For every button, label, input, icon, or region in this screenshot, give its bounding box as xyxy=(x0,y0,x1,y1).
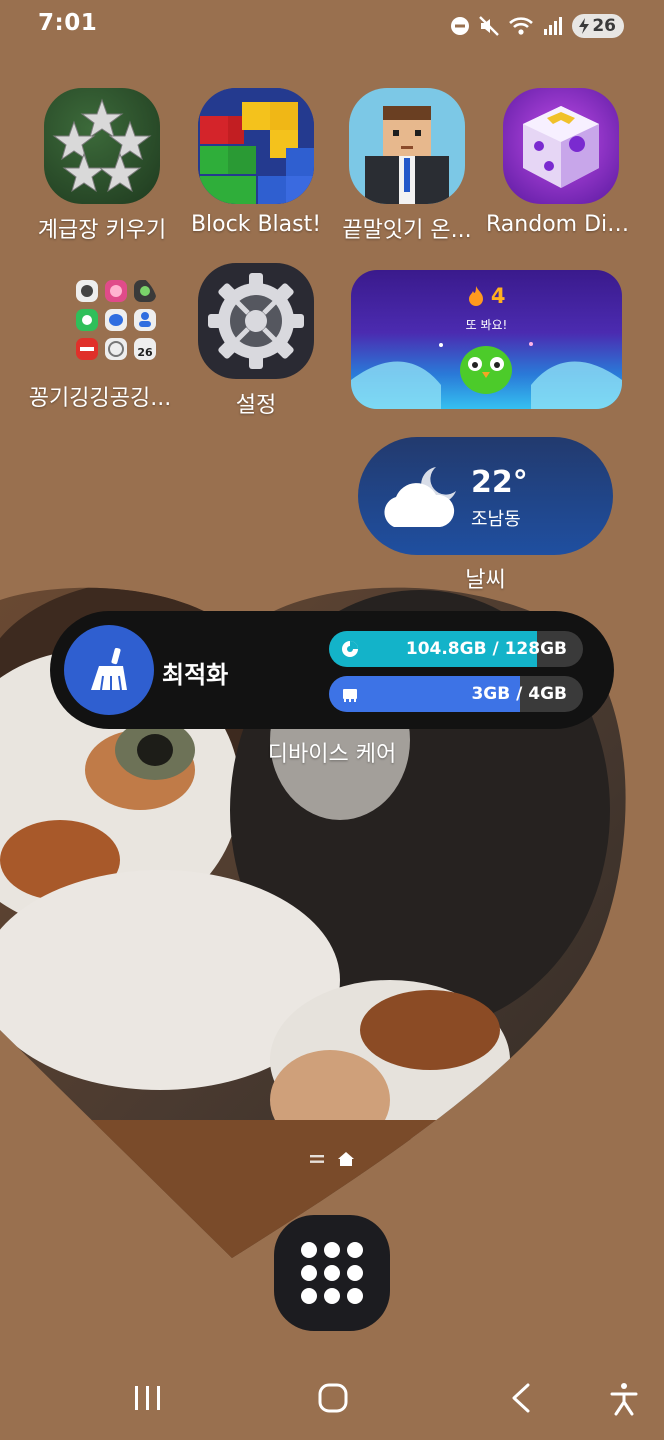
page-indicator[interactable] xyxy=(310,1152,354,1166)
memory-chip-icon xyxy=(343,689,357,702)
folder-icon: 26 xyxy=(42,270,158,386)
app-word-chain[interactable]: 끝말잇기 온... xyxy=(332,88,482,244)
optimize-label: 최적화 xyxy=(162,661,229,689)
back-icon[interactable] xyxy=(512,1383,530,1413)
battery-level: 26 xyxy=(592,16,616,36)
mute-icon xyxy=(479,16,500,36)
weather-widget-label: 날씨 xyxy=(465,568,506,593)
signal-icon xyxy=(544,17,563,35)
app-label: 끝말잇기 온... xyxy=(342,218,472,243)
stars-rank-icon xyxy=(44,88,160,204)
storage-text: 104.8GB / 128GB xyxy=(405,639,567,659)
broom-icon xyxy=(91,648,127,691)
word-chain-icon xyxy=(349,88,465,204)
device-care-widget[interactable]: 최적화 104.8GB / 128GB 3GB / 4GB xyxy=(50,611,614,729)
calendar-date: 26 xyxy=(137,346,153,359)
home-page-icon[interactable] xyxy=(338,1152,354,1166)
app-settings[interactable]: 설정 xyxy=(181,263,331,419)
cloud-moon-icon xyxy=(384,467,456,527)
storage-bar[interactable]: 104.8GB / 128GB xyxy=(329,631,583,667)
flame-icon xyxy=(468,286,483,306)
home-icon[interactable] xyxy=(318,1383,348,1413)
random-dice-icon xyxy=(503,88,619,204)
status-time: 7:01 xyxy=(38,10,98,36)
pages-list-icon[interactable] xyxy=(310,1153,324,1165)
app-block-blast[interactable]: Block Blast! xyxy=(181,88,331,237)
streak-count: 4 xyxy=(490,284,506,308)
status-icons: 26 xyxy=(450,12,624,40)
battery-charging-icon xyxy=(579,18,590,34)
wifi-icon xyxy=(509,17,534,35)
memory-bar[interactable]: 3GB / 4GB xyxy=(329,676,583,712)
app-folder[interactable]: 26 꽁기깅깅공깅... xyxy=(25,270,175,412)
battery-indicator: 26 xyxy=(572,14,624,38)
app-label: 설정 xyxy=(235,393,277,418)
navigation-bar xyxy=(135,1383,638,1416)
app-grid-icon xyxy=(301,1242,363,1304)
optimize-button[interactable] xyxy=(64,625,154,715)
memory-text: 3GB / 4GB xyxy=(471,684,567,704)
weather-location: 조남동 xyxy=(471,509,521,530)
app-label: Block Blast! xyxy=(190,212,322,237)
device-care-label: 디바이스 케어 xyxy=(267,742,397,767)
app-drawer-button[interactable] xyxy=(274,1215,390,1331)
accessibility-icon[interactable] xyxy=(610,1383,638,1416)
duolingo-subtitle: 또 봐요! xyxy=(465,318,508,332)
owl-mascot-icon xyxy=(351,342,622,409)
weather-temperature: 22° xyxy=(471,465,528,500)
weather-widget[interactable]: 22° 조남동 xyxy=(358,437,613,555)
app-rank-game[interactable]: 계급장 키우기 xyxy=(27,88,177,244)
recents-icon[interactable] xyxy=(135,1386,160,1410)
streak-counter: 4 xyxy=(351,284,622,308)
block-blast-icon xyxy=(198,88,314,204)
app-random-dice[interactable]: Random Dic... xyxy=(486,88,636,237)
app-label: 계급장 키우기 xyxy=(37,218,167,243)
dnd-icon xyxy=(451,17,470,35)
settings-gear-icon xyxy=(198,263,314,379)
duolingo-widget[interactable]: 4 또 봐요! xyxy=(351,270,622,409)
storage-pie-icon xyxy=(342,641,358,657)
app-label: Random Dic... xyxy=(486,212,636,237)
